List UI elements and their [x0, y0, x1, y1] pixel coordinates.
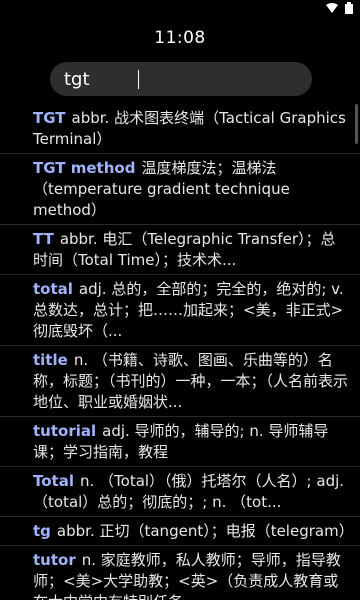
list-item[interactable]: tutor n. 家庭教师，私人教师；导师，指导教师；<美>大学助教；<英>（负责…: [0, 546, 360, 600]
definition: n. （Total）（俄）托塔尔（人名）; adj. （total）总的；彻底的…: [33, 472, 345, 511]
list-item[interactable]: title n. （书籍、诗歌、图画、乐曲等的）名称，标题；（书刊的）一种，一本；…: [0, 346, 360, 417]
headword: TGT: [33, 109, 66, 127]
status-bar: [0, 0, 360, 18]
headword: TT: [33, 230, 54, 248]
search-bar[interactable]: [50, 62, 312, 96]
definition: abbr. 电汇（Telegraphic Transfer）；总时间（Total…: [33, 230, 336, 269]
search-input[interactable]: [64, 67, 294, 91]
list-item[interactable]: total adj. 总的，全部的；完全的，绝对的; v. 总数达，总计；把……加…: [0, 275, 360, 346]
definition: abbr. 战术图表终端（Tactical Graphics Terminal）: [33, 109, 346, 148]
list-item[interactable]: tutorial adj. 导师的，辅导的; n. 导师辅导课；学习指南，教程: [0, 417, 360, 467]
list-item[interactable]: TGT method 温度梯度法；温梯法（temperature gradient…: [0, 154, 360, 225]
list-item[interactable]: TT abbr. 电汇（Telegraphic Transfer）；总时间（Tot…: [0, 225, 360, 275]
list-item[interactable]: tg abbr. 正切（tangent）；电报（telegram）: [0, 517, 360, 546]
definition: adj. 总的，全部的；完全的，绝对的; v. 总数达，总计；把……加起来；<美…: [33, 280, 344, 340]
text-cursor: [138, 70, 139, 89]
headword: title: [33, 351, 68, 369]
results-list[interactable]: TGT abbr. 战术图表终端（Tactical Graphics Termin…: [0, 104, 360, 600]
definition: abbr. 正切（tangent）；电报（telegram）: [56, 522, 354, 540]
battery-icon: [345, 2, 353, 14]
headword: total: [33, 280, 73, 298]
list-item[interactable]: TGT abbr. 战术图表终端（Tactical Graphics Termin…: [0, 104, 360, 154]
headword: TGT method: [33, 159, 136, 177]
dictionary-screen: 11:08 TGTabbr. 战术图表终端（Tactical Graphics …: [0, 0, 360, 600]
headword: tg: [33, 522, 51, 540]
clock: 11:08: [154, 28, 206, 48]
headword: tutor: [33, 551, 76, 569]
definition: n. 家庭教师，私人教师；导师，指导教师；<美>大学助教；<英>（负责成人教育或…: [33, 551, 341, 600]
scrollbar[interactable]: [355, 104, 358, 144]
list-item[interactable]: Total n. （Total）（俄）托塔尔（人名）; adj. （total）总…: [0, 467, 360, 517]
status-icons: [326, 2, 354, 14]
wifi-icon: [326, 3, 338, 13]
headword: tutorial: [33, 422, 97, 440]
headword: Total: [33, 472, 74, 490]
definition: n. （书籍、诗歌、图画、乐曲等的）名称，标题；（书刊的）一种，一本；（人名前表…: [33, 351, 349, 411]
